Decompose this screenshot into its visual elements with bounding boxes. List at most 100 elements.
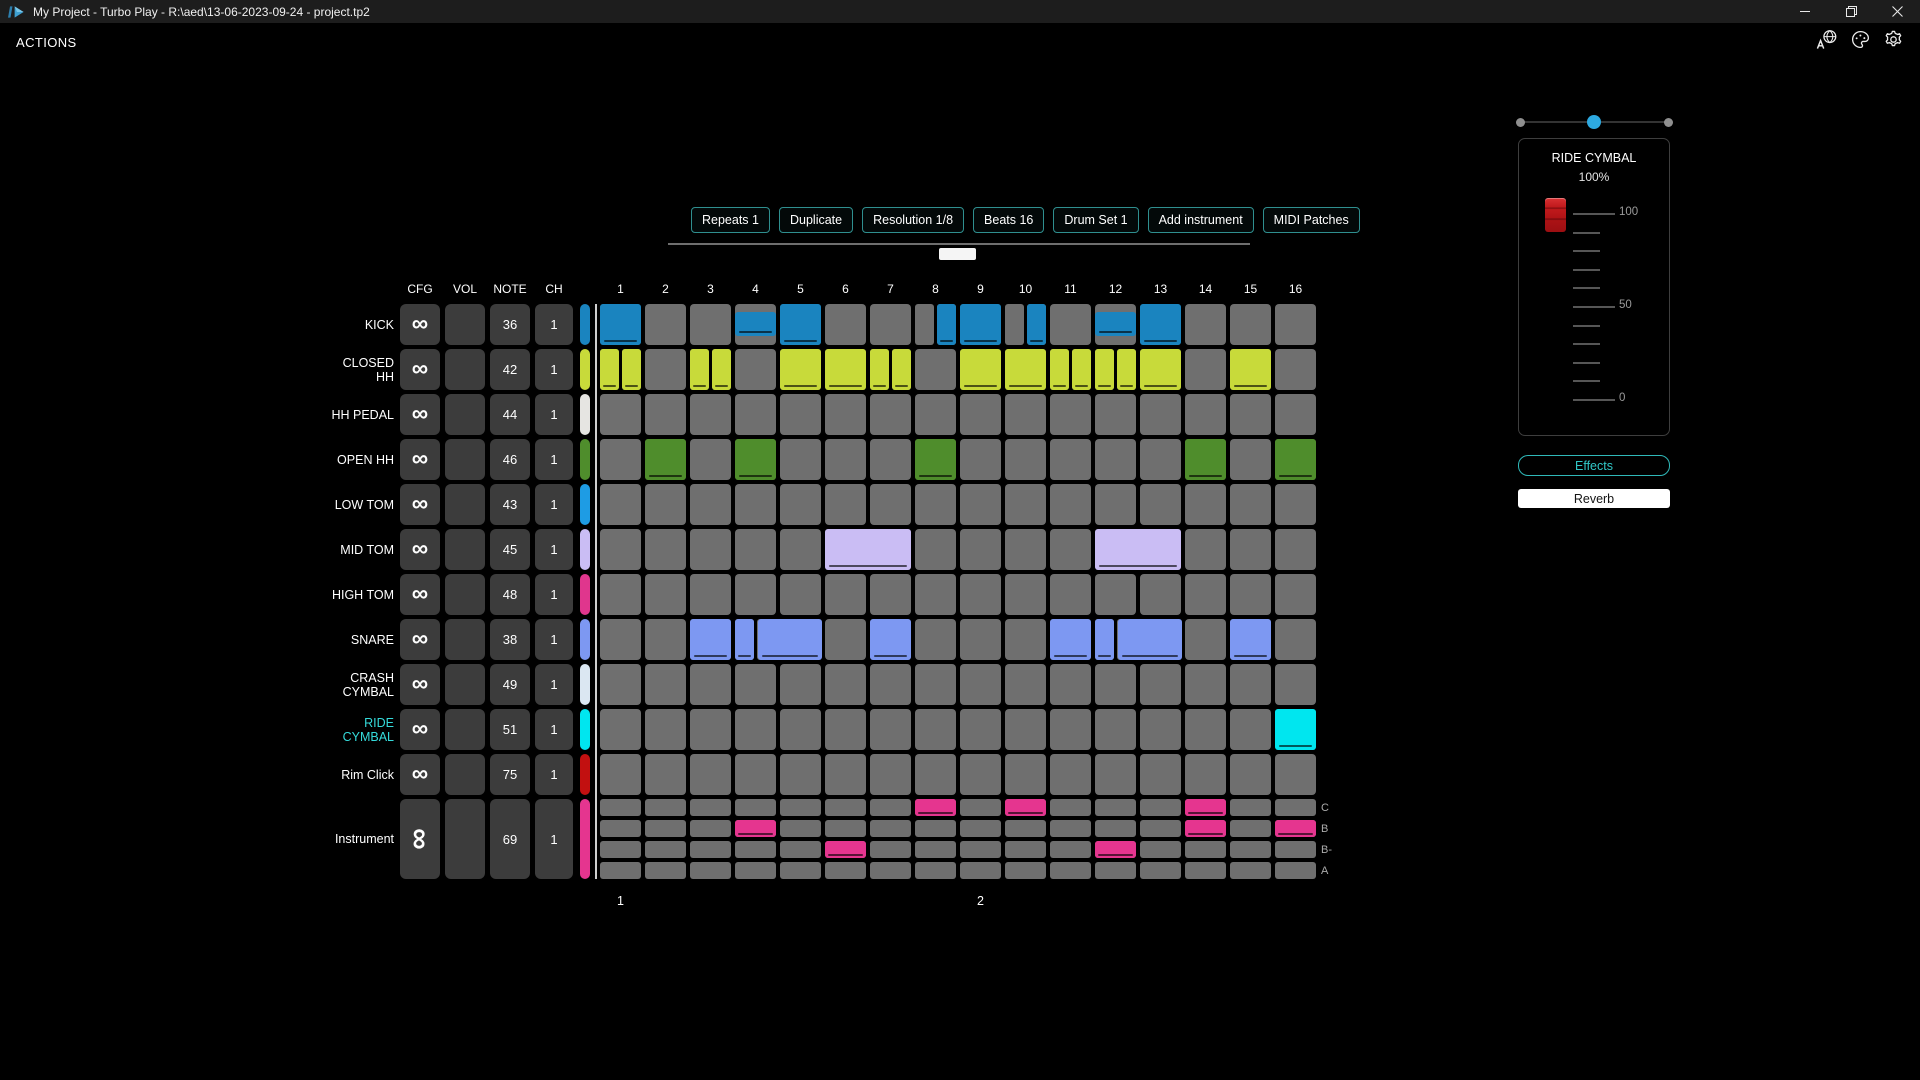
step-cell[interactable] — [915, 664, 956, 705]
step-cell[interactable] — [1185, 709, 1226, 750]
step-cell[interactable] — [1230, 841, 1271, 858]
note[interactable] — [1185, 820, 1226, 837]
note[interactable] — [1005, 349, 1046, 390]
step-cell[interactable] — [960, 820, 1001, 837]
step-cell[interactable] — [1140, 754, 1181, 795]
note[interactable] — [915, 799, 956, 816]
step-cell[interactable] — [1005, 304, 1024, 345]
note-cell-kick[interactable]: 36 — [490, 304, 530, 345]
step-cell[interactable] — [1140, 799, 1181, 816]
step-cell[interactable] — [780, 574, 821, 615]
vol-cell-ride-cymbal[interactable] — [445, 709, 485, 750]
step-cell[interactable] — [1050, 862, 1091, 879]
close-button[interactable] — [1874, 0, 1920, 23]
step-cell[interactable] — [600, 619, 641, 660]
step-cell[interactable] — [690, 394, 731, 435]
step-cell[interactable] — [645, 709, 686, 750]
step-cell[interactable] — [870, 439, 911, 480]
step-cell[interactable] — [870, 754, 911, 795]
step-cell[interactable] — [1005, 754, 1046, 795]
note[interactable] — [758, 619, 822, 660]
step-cell[interactable] — [780, 529, 821, 570]
step-cell[interactable] — [735, 799, 776, 816]
step-cell[interactable] — [735, 484, 776, 525]
note[interactable] — [825, 529, 911, 570]
step-cell[interactable] — [1140, 394, 1181, 435]
step-cell[interactable] — [780, 754, 821, 795]
step-cell[interactable] — [960, 619, 1001, 660]
step-cell[interactable] — [645, 574, 686, 615]
step-cell[interactable] — [645, 304, 686, 345]
step-cell[interactable] — [915, 574, 956, 615]
note[interactable] — [1072, 349, 1091, 390]
step-cell[interactable] — [600, 862, 641, 879]
step-cell[interactable] — [1275, 841, 1316, 858]
step-cell[interactable] — [960, 754, 1001, 795]
step-cell[interactable] — [960, 862, 1001, 879]
step-cell[interactable] — [735, 862, 776, 879]
step-cell[interactable] — [1275, 394, 1316, 435]
note[interactable] — [1005, 799, 1046, 816]
step-cell[interactable] — [1005, 529, 1046, 570]
note-cell-ride-cymbal[interactable]: 51 — [490, 709, 530, 750]
step-cell[interactable] — [690, 484, 731, 525]
note-cell-crash-cymbal[interactable]: 49 — [490, 664, 530, 705]
step-cell[interactable] — [1095, 439, 1136, 480]
step-cell[interactable] — [1095, 394, 1136, 435]
step-cell[interactable] — [1050, 841, 1091, 858]
step-cell[interactable] — [1230, 529, 1271, 570]
page-stepper-dot[interactable] — [1664, 118, 1673, 127]
step-cell[interactable] — [1275, 799, 1316, 816]
vol-cell-closed-hh[interactable] — [445, 349, 485, 390]
step-cell[interactable] — [1275, 754, 1316, 795]
step-cell[interactable] — [1230, 439, 1271, 480]
step-cell[interactable] — [645, 799, 686, 816]
step-cell[interactable] — [960, 574, 1001, 615]
step-cell[interactable] — [690, 574, 731, 615]
row-label-snare[interactable]: SNARE — [330, 619, 394, 660]
step-cell[interactable] — [1185, 574, 1226, 615]
row-label-mid-tom[interactable]: MID TOM — [330, 529, 394, 570]
step-cell[interactable] — [1140, 841, 1181, 858]
cfg-cell-high-tom[interactable]: ∞ — [400, 574, 440, 615]
volume-fader-handle[interactable] — [1545, 198, 1566, 232]
row-label-kick[interactable]: KICK — [330, 304, 394, 345]
step-cell[interactable] — [1140, 862, 1181, 879]
step-cell[interactable] — [690, 754, 731, 795]
note[interactable] — [1118, 619, 1182, 660]
step-cell[interactable] — [780, 484, 821, 525]
step-cell[interactable] — [1230, 820, 1271, 837]
step-cell[interactable] — [870, 799, 911, 816]
step-cell[interactable] — [1095, 664, 1136, 705]
note[interactable] — [825, 349, 866, 390]
step-cell[interactable] — [825, 664, 866, 705]
step-cell[interactable] — [645, 529, 686, 570]
step-cell[interactable] — [1275, 529, 1316, 570]
step-cell[interactable] — [1140, 664, 1181, 705]
step-cell[interactable] — [1230, 484, 1271, 525]
toolbar-button-repeats-1[interactable]: Repeats 1 — [691, 207, 770, 233]
step-cell[interactable] — [870, 394, 911, 435]
note[interactable] — [960, 304, 1001, 345]
step-cell[interactable] — [915, 304, 934, 345]
note-cell-open-hh[interactable]: 46 — [490, 439, 530, 480]
step-cell[interactable] — [1005, 820, 1046, 837]
step-cell[interactable] — [645, 484, 686, 525]
note[interactable] — [690, 349, 709, 390]
vol-cell-open-hh[interactable] — [445, 439, 485, 480]
step-cell[interactable] — [915, 841, 956, 858]
step-cell[interactable] — [1185, 304, 1226, 345]
toolbar-button-duplicate[interactable]: Duplicate — [779, 207, 853, 233]
note[interactable] — [1275, 820, 1316, 837]
note[interactable] — [1117, 349, 1136, 390]
step-cell[interactable] — [1005, 841, 1046, 858]
step-cell[interactable] — [915, 709, 956, 750]
cfg-cell-crash-cymbal[interactable]: ∞ — [400, 664, 440, 705]
step-cell[interactable] — [600, 709, 641, 750]
note[interactable] — [1050, 349, 1069, 390]
channel-cell-low-tom[interactable]: 1 — [535, 484, 573, 525]
step-cell[interactable] — [1275, 619, 1316, 660]
step-cell[interactable] — [1275, 304, 1316, 345]
step-cell[interactable] — [825, 799, 866, 816]
step-cell[interactable] — [780, 394, 821, 435]
